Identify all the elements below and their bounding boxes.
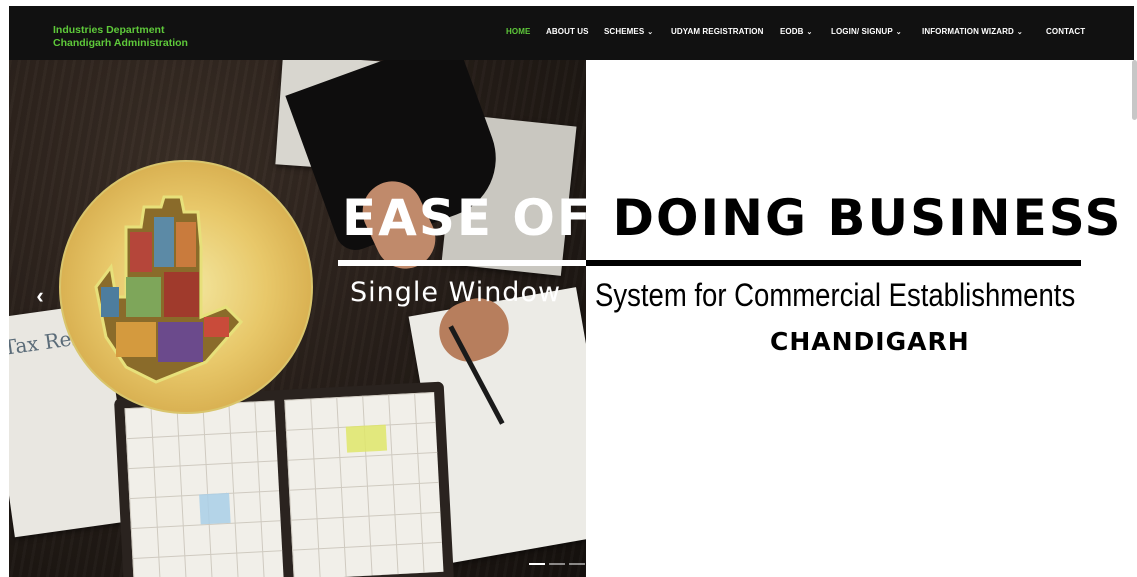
chevron-down-icon: ⌄ xyxy=(806,29,813,36)
nav-eodb[interactable]: EODB ⌄ xyxy=(780,27,812,36)
underline-black xyxy=(586,260,1081,266)
nav-contact[interactable]: CONTACT xyxy=(1046,27,1085,36)
hand-collage-logo xyxy=(59,160,313,414)
hero-title: EASE OF DOING BUSINESS xyxy=(342,189,1123,249)
nav-udyam-registration[interactable]: UDYAM REGISTRATION xyxy=(671,27,763,36)
underline-white xyxy=(338,260,586,266)
nav-schemes[interactable]: SCHEMES ⌄ xyxy=(604,27,653,36)
carousel-indicator[interactable] xyxy=(569,563,585,565)
carousel-indicators xyxy=(529,563,589,567)
carousel-indicator[interactable] xyxy=(549,563,565,565)
planner-page xyxy=(284,392,444,577)
nav-eodb-label: EODB xyxy=(780,27,804,36)
top-navbar: Industries Department Chandigarh Adminis… xyxy=(9,6,1134,60)
hero-subtitle-part1: Single Window xyxy=(350,277,562,308)
hero-title-part1: EASE OF xyxy=(342,189,613,247)
nav-login-signup[interactable]: LOGIN/ SIGNUP ⌄ xyxy=(831,27,902,36)
hero-city: CHANDIGARH xyxy=(770,327,970,356)
sticky-note xyxy=(199,492,231,525)
hero-subtitle-part2: System for Commercial Establishments xyxy=(595,277,1076,313)
nav-information-wizard[interactable]: INFORMATION WIZARD ⌄ xyxy=(922,27,1023,36)
carousel-prev-icon[interactable]: ‹ xyxy=(31,284,49,308)
carousel-indicator[interactable] xyxy=(529,563,545,565)
chevron-down-icon: ⌄ xyxy=(1016,29,1023,36)
nav-schemes-label: SCHEMES xyxy=(604,27,645,36)
nav-home[interactable]: HOME xyxy=(506,27,530,36)
chevron-down-icon: ⌄ xyxy=(647,29,654,36)
nav-about-us[interactable]: ABOUT US xyxy=(546,27,589,36)
hero-title-part2: DOING BUSINESS xyxy=(612,189,1123,247)
title-underline xyxy=(338,260,1081,266)
nav-contact-label: CONTACT xyxy=(1046,27,1086,36)
nav-udyam-label: UDYAM REGISTRATION xyxy=(671,27,764,36)
page-scrollbar[interactable] xyxy=(1132,60,1137,120)
hand-silhouette xyxy=(94,195,244,384)
nav-home-label: HOME xyxy=(506,27,531,36)
planner-page xyxy=(124,400,284,577)
nav-info-label: INFORMATION WIZARD xyxy=(922,27,1014,36)
main-nav: HOME ABOUT US SCHEMES ⌄ UDYAM REGISTRATIO… xyxy=(9,27,1134,41)
hero-background-photo: Tax Refund xyxy=(9,60,586,577)
nav-login-label: LOGIN/ SIGNUP xyxy=(831,27,893,36)
nav-about-us-label: ABOUT US xyxy=(546,27,589,36)
page-frame: Industries Department Chandigarh Adminis… xyxy=(9,6,1134,577)
chevron-down-icon: ⌄ xyxy=(895,29,902,36)
sticky-note xyxy=(345,424,388,453)
